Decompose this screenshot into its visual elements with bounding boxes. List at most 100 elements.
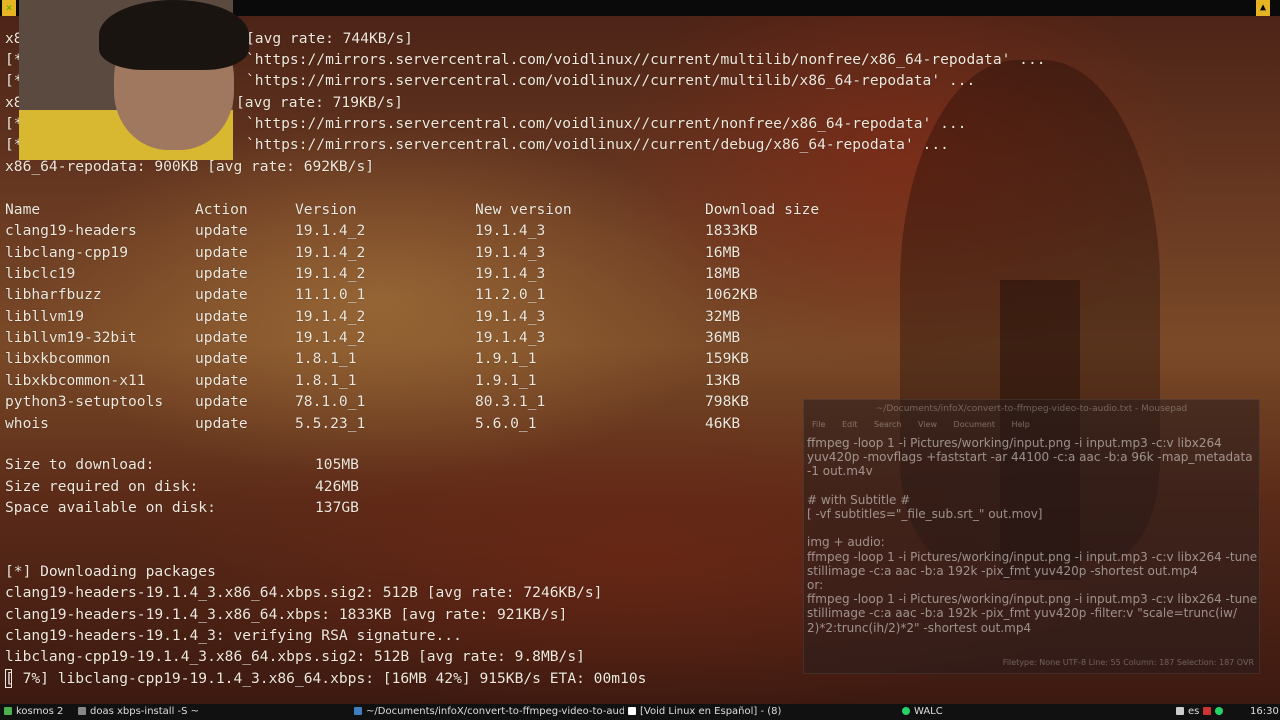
table-cell: 5.6.0_1 <box>475 414 537 432</box>
editor-icon <box>354 707 362 715</box>
table-cell: libllvm19 <box>5 307 85 325</box>
table-cell: 78.1.0_1 <box>295 393 366 411</box>
table-cell: 1062KB <box>705 286 758 304</box>
table-header: Name Action Version New version Download siz… <box>5 199 905 220</box>
summary-size-required: Size required on disk: 426MB <box>5 478 359 495</box>
table-row: clang19-headers update 19.1.4_2 19.1.4_3 183… <box>5 220 905 241</box>
table-cell: 159KB <box>705 350 749 368</box>
table-cell: 1.8.1_1 <box>295 350 357 368</box>
system-tray[interactable]: es <box>1176 704 1246 720</box>
table-row: libclc19 update 19.1.4_2 19.1.4_3 18MB <box>5 263 905 284</box>
table-cell: 46KB <box>705 414 741 432</box>
menu-help[interactable]: Help <box>1012 420 1030 429</box>
download-line: clang19-headers-19.1.4_3: verifying RSA … <box>5 627 462 644</box>
table-cell: update <box>195 393 248 411</box>
table-header-cell: Action <box>195 201 248 218</box>
table-cell: 19.1.4_2 <box>295 222 366 240</box>
text-editor-window[interactable]: ~/Documents/infoX/convert-to-ffmpeg-vide… <box>803 399 1260 674</box>
table-cell: clang19-headers <box>5 222 137 240</box>
table-header-cell: Download size <box>705 201 820 218</box>
table-cell: libclang-cpp19 <box>5 243 129 261</box>
clock: 16:30 <box>1250 706 1279 717</box>
table-cell: 1.8.1_1 <box>295 371 357 389</box>
menu-file[interactable]: File <box>812 420 825 429</box>
table-cell: 32MB <box>705 307 741 325</box>
table-cell: update <box>195 329 248 347</box>
table-row: libxkbcommon-x11 update 1.8.1_1 1.9.1_1 13KB <box>5 370 905 391</box>
table-row: libllvm19 update 19.1.4_2 19.1.4_3 32MB <box>5 306 905 327</box>
table-cell: update <box>195 414 248 432</box>
table-header-cell: Version <box>295 201 357 218</box>
table-cell: 19.1.4_2 <box>295 329 366 347</box>
table-cell: 19.1.4_2 <box>295 307 366 325</box>
task-walc[interactable]: WALC <box>902 704 1162 720</box>
table-cell: libclc19 <box>5 265 76 283</box>
menu-view[interactable]: View <box>918 420 937 429</box>
table-row: libllvm19-32bit update 19.1.4_2 19.1.4_3 36M… <box>5 327 905 348</box>
download-line: clang19-headers-19.1.4_3.x86_64.xbps: 18… <box>5 606 568 623</box>
editor-text[interactable]: ffmpeg -loop 1 -i Pictures/working/input… <box>807 436 1257 635</box>
table-cell: update <box>195 350 248 368</box>
table-cell: 19.1.4_2 <box>295 265 366 283</box>
summary-size-download: Size to download: 105MB <box>5 456 359 473</box>
table-cell: 11.2.0_1 <box>475 286 546 304</box>
close-icon[interactable]: × <box>2 0 16 16</box>
table-cell: libharfbuzz <box>5 286 102 304</box>
editor-menubar: File Edit Search View Document Help <box>804 418 1259 432</box>
menu-edit[interactable]: Edit <box>842 420 858 429</box>
download-line: [*] Downloading packages <box>5 563 216 580</box>
table-row: whois update 5.5.23_1 5.6.0_1 46KB <box>5 413 905 434</box>
table-cell: 1.9.1_1 <box>475 371 537 389</box>
table-header-cell: New version <box>475 201 572 218</box>
table-row: python3-setuptools update 78.1.0_1 80.3.1_1… <box>5 391 905 412</box>
table-cell: libxkbcommon <box>5 350 111 368</box>
tray-app-icon <box>1203 707 1212 715</box>
menu-document[interactable]: Document <box>954 420 995 429</box>
summary-space-available: Space available on disk: 137GB <box>5 499 359 516</box>
table-cell: 13KB <box>705 371 741 389</box>
menu-search[interactable]: Search <box>874 420 901 429</box>
table-cell: 80.3.1_1 <box>475 393 546 411</box>
table-row: libclang-cpp19 update 19.1.4_2 19.1.4_3 16MB <box>5 242 905 263</box>
table-cell: update <box>195 243 248 261</box>
table-cell: 16MB <box>705 243 741 261</box>
table-row: libxkbcommon update 1.8.1_1 1.9.1_1 159KB <box>5 348 905 369</box>
terminal-icon <box>78 707 86 715</box>
maximize-icon[interactable]: ▲ <box>1256 0 1270 16</box>
table-cell: libxkbcommon-x11 <box>5 371 146 389</box>
table-cell: 798KB <box>705 393 749 411</box>
table-cell: update <box>195 222 248 240</box>
table-cell: 19.1.4_3 <box>475 265 546 283</box>
task-editor[interactable]: ~/Documents/infoX/convert-to-ffmpeg-vide… <box>354 704 624 720</box>
table-cell: python3-setuptools <box>5 393 164 411</box>
table-cell: 18MB <box>705 265 741 283</box>
workspace-icon <box>4 707 12 715</box>
table-cell: 5.5.23_1 <box>295 414 366 432</box>
table-cell: 19.1.4_2 <box>295 243 366 261</box>
editor-statusbar: Filetype: None UTF-8 Line: 55 Column: 18… <box>1002 658 1254 667</box>
table-cell: 1833KB <box>705 222 758 240</box>
table-row: libharfbuzz update 11.1.0_1 11.2.0_1 1062KB <box>5 284 905 305</box>
webcam-hair <box>99 0 249 70</box>
table-cell: update <box>195 307 248 325</box>
table-cell: 1.9.1_1 <box>475 350 537 368</box>
table-cell: update <box>195 286 248 304</box>
tray-app-icon <box>1215 707 1224 715</box>
table-cell: update <box>195 265 248 283</box>
download-progress-line: [ 7%] libclang-cpp19-19.1.4_3.x86_64.xbp… <box>5 670 647 687</box>
table-cell: 19.1.4_3 <box>475 329 546 347</box>
editor-title: ~/Documents/infoX/convert-to-ffmpeg-vide… <box>875 404 1188 414</box>
table-cell: libllvm19-32bit <box>5 329 137 347</box>
webcam-overlay <box>19 0 249 160</box>
task-browser[interactable]: [Void Linux en Español] - (8) <box>628 704 898 720</box>
table-header-cell: Name <box>5 201 41 218</box>
terminal-cursor <box>5 669 12 688</box>
browser-icon <box>628 707 636 715</box>
taskbar: kosmos 2 doas xbps-install -S ~ ~/Docume… <box>0 704 1280 720</box>
table-cell: 19.1.4_3 <box>475 243 546 261</box>
download-line: clang19-headers-19.1.4_3.x86_64.xbps.sig… <box>5 584 603 601</box>
table-cell: 11.1.0_1 <box>295 286 366 304</box>
task-terminal[interactable]: doas xbps-install -S ~ <box>78 704 348 720</box>
keyboard-icon <box>1176 707 1184 715</box>
task-workspace[interactable]: kosmos 2 <box>4 704 74 720</box>
